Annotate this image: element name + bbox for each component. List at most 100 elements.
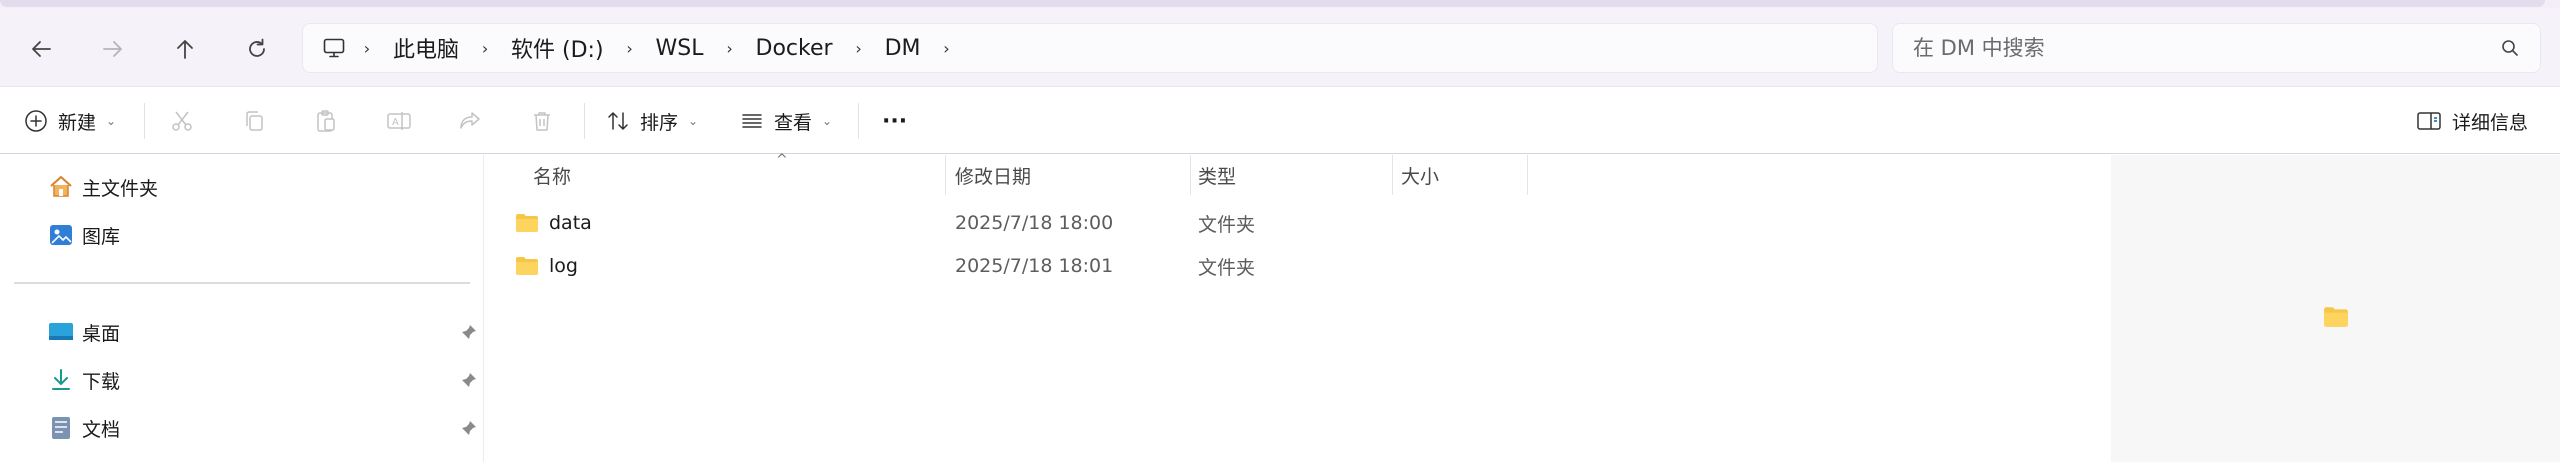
toolbar-divider (144, 103, 145, 139)
toolbar-divider (858, 103, 859, 139)
forward-arrow-icon (103, 41, 122, 57)
details-pane-button[interactable]: 详细信息 (2416, 101, 2528, 141)
column-date-label: 修改日期 (955, 165, 1032, 188)
file-date: 2025/7/18 18:01 (955, 255, 1114, 277)
column-header-name[interactable]: 名称 ^ (533, 152, 953, 195)
search-box[interactable] (1892, 23, 2541, 73)
column-divider[interactable] (1392, 155, 1393, 195)
address-bar[interactable]: › 此电脑 › 软件 (D:) › WSL › Docker › DM › (302, 23, 1878, 73)
home-icon (50, 176, 72, 197)
file-name: data (549, 212, 592, 234)
folder-icon (516, 257, 538, 275)
file-name-cell: log (515, 246, 578, 286)
documents-icon (52, 417, 70, 439)
chevron-right-icon[interactable]: › (841, 33, 877, 63)
view-label: 查看 (774, 111, 813, 134)
view-button[interactable]: 查看 ⌄ (740, 101, 832, 141)
active-tab-edge (0, 0, 2545, 7)
chevron-right-icon[interactable]: › (928, 33, 964, 63)
column-name-label: 名称 (533, 165, 572, 188)
more-icon: ··· (882, 108, 908, 134)
column-size-label: 大小 (1401, 165, 1440, 188)
sort-icon (608, 112, 628, 130)
share-icon (460, 112, 480, 129)
plus-circle-icon (25, 110, 47, 132)
chevron-down-icon: ⌄ (106, 114, 117, 128)
sidebar-item-documents[interactable]: 文档 (48, 408, 120, 448)
breadcrumb-wsl[interactable]: WSL (648, 36, 712, 61)
sort-ascending-icon: ^ (776, 152, 788, 168)
sidebar-item-desktop[interactable]: 桌面 (48, 312, 120, 352)
file-type: 文件夹 (1198, 256, 1256, 279)
pin-icon (458, 321, 480, 343)
search-icon[interactable] (2500, 38, 2520, 58)
column-type-label: 类型 (1198, 165, 1237, 188)
chevron-right-icon[interactable]: › (712, 33, 748, 63)
breadcrumb-dm[interactable]: DM (877, 36, 929, 61)
command-bar: 新建 ⌄ A 排序 ⌄ 查看 ⌄ ··· 详细信息 (0, 86, 2560, 154)
new-button[interactable]: 新建 ⌄ (24, 101, 116, 141)
up-button[interactable] (163, 27, 207, 71)
sidebar-item-gallery[interactable]: 图库 (48, 215, 120, 255)
file-list: 名称 ^ 修改日期 类型 大小 data 2025/7/18 18:00 文件夹… (485, 152, 2111, 462)
sidebar-item-label: 桌面 (82, 322, 121, 345)
column-header-size[interactable]: 大小 (1401, 155, 1521, 195)
sidebar-item-downloads[interactable]: 下载 (48, 360, 120, 400)
navigation-bar: › 此电脑 › 软件 (D:) › WSL › Docker › DM › (0, 8, 2560, 86)
sidebar-item-home[interactable]: 主文件夹 (48, 167, 158, 207)
computer-icon (319, 33, 349, 63)
refresh-button[interactable] (235, 27, 279, 71)
copy-button[interactable] (242, 101, 266, 141)
breadcrumb-this-pc[interactable]: 此电脑 (385, 32, 467, 64)
chevron-right-icon[interactable]: › (349, 33, 385, 63)
details-pane (2111, 155, 2560, 462)
column-divider[interactable] (1527, 155, 1528, 195)
cut-button[interactable] (170, 101, 194, 141)
file-type: 文件夹 (1198, 213, 1256, 236)
details-pane-icon (2417, 112, 2441, 130)
copy-icon (246, 111, 263, 131)
back-button[interactable] (19, 27, 63, 71)
folder-icon (2324, 307, 2348, 327)
breadcrumb-drive-d[interactable]: 软件 (D:) (503, 32, 612, 64)
sidebar-item-label: 主文件夹 (82, 177, 159, 200)
delete-button[interactable] (530, 101, 554, 141)
svg-text:A: A (392, 117, 399, 128)
pin-icon (458, 369, 480, 391)
column-header-type[interactable]: 类型 (1198, 155, 1388, 195)
column-header-date[interactable]: 修改日期 (955, 155, 1195, 195)
column-divider[interactable] (945, 155, 946, 195)
share-button[interactable] (458, 101, 482, 141)
search-input[interactable] (1913, 36, 2500, 60)
paste-button[interactable] (314, 101, 338, 141)
back-arrow-icon (32, 41, 51, 57)
breadcrumb-docker[interactable]: Docker (748, 36, 841, 61)
up-arrow-icon (177, 40, 193, 59)
sidebar-item-label: 图库 (82, 225, 121, 248)
download-icon (52, 369, 70, 390)
forward-button[interactable] (91, 27, 135, 71)
sort-label: 排序 (640, 111, 679, 134)
sidebar-item-label: 下载 (82, 370, 121, 393)
chevron-right-icon[interactable]: › (467, 33, 503, 63)
sidebar-item-label: 文档 (82, 418, 121, 441)
table-row[interactable]: log 2025/7/18 18:01 文件夹 (485, 246, 2111, 286)
title-strip (0, 0, 2560, 8)
chevron-right-icon[interactable]: › (612, 33, 648, 63)
file-name-cell: data (515, 203, 592, 243)
table-row[interactable]: data 2025/7/18 18:00 文件夹 (485, 203, 2111, 243)
rename-button[interactable]: A (386, 101, 412, 141)
refresh-icon (249, 38, 265, 57)
new-label: 新建 (58, 111, 97, 134)
more-options-button[interactable]: ··· (882, 101, 907, 141)
rename-icon: A (387, 112, 411, 130)
file-date: 2025/7/18 18:00 (955, 212, 1114, 234)
toolbar-divider (584, 103, 585, 139)
navigation-pane: 主文件夹 图库 桌面 下载 文档 (0, 155, 484, 462)
chevron-down-icon: ⌄ (688, 114, 699, 128)
sort-button[interactable]: 排序 ⌄ (606, 101, 698, 141)
file-name: log (549, 255, 578, 277)
details-label: 详细信息 (2452, 111, 2529, 134)
view-list-icon (742, 114, 762, 128)
column-divider[interactable] (1190, 155, 1191, 195)
